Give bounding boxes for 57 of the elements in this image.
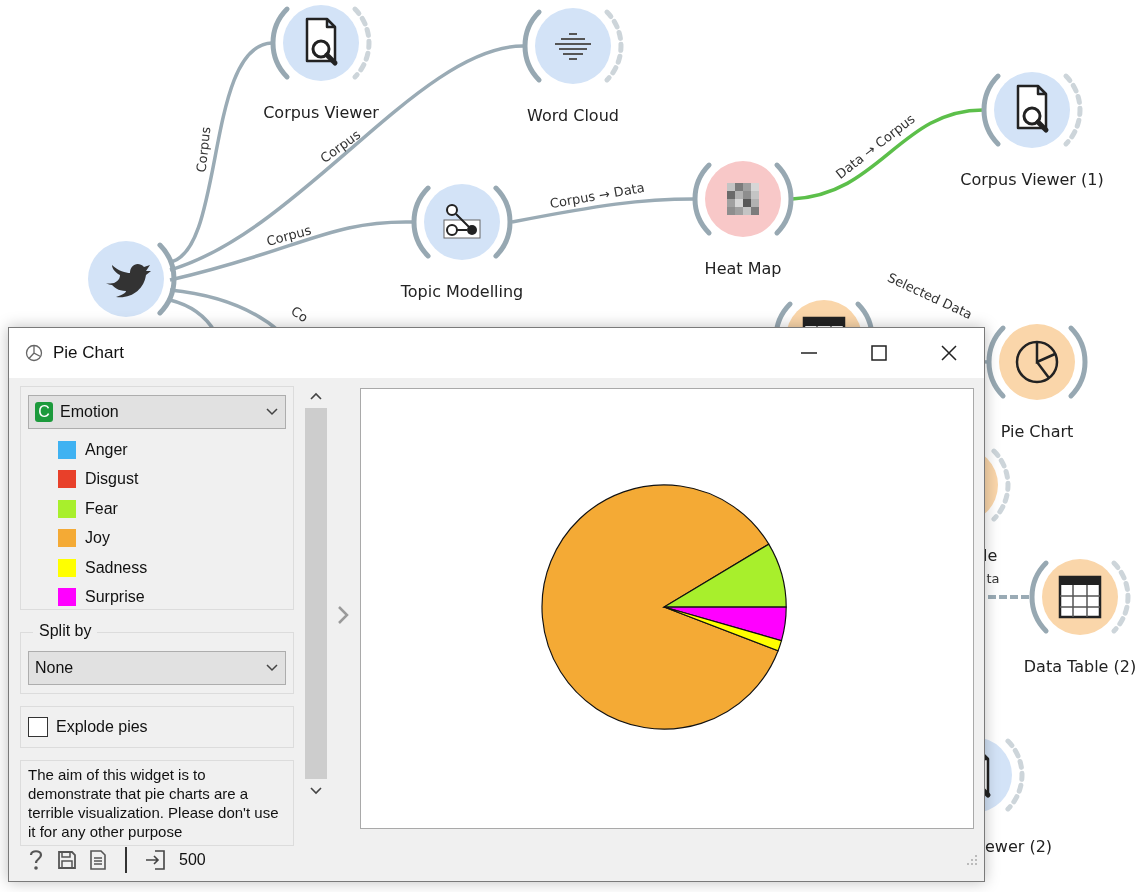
- document-search-icon: [1016, 84, 1049, 133]
- word-cloud-icon: [554, 33, 592, 60]
- group-title: Split by: [33, 622, 98, 640]
- link-label: Corpus: [264, 222, 313, 249]
- legend-label: Disgust: [85, 470, 139, 489]
- window-title: Pie Chart: [53, 343, 124, 363]
- node-label: Data Table (2): [1023, 657, 1137, 676]
- pie-chart-icon: [25, 344, 43, 362]
- link-label: Corpus → Data: [548, 179, 646, 212]
- resize-grip-icon[interactable]: [966, 854, 978, 866]
- scroll-up-icon[interactable]: [309, 390, 323, 402]
- chevron-down-icon: [265, 407, 279, 417]
- widget-node[interactable]: [411, 184, 513, 260]
- bird-icon: [106, 264, 151, 298]
- description-text: The aim of this widget is to demonstrate that pie charts are a terrible visualization. Please don't use it for any other purpose: [28, 765, 280, 841]
- widget-node[interactable]: [522, 8, 624, 84]
- legend-label: Sadness: [85, 558, 148, 577]
- close-icon: [939, 343, 959, 363]
- node-label: le: [983, 546, 998, 565]
- variable-dropdown[interactable]: C Emotion: [28, 395, 286, 429]
- document-search-icon: [305, 17, 338, 66]
- input-icon: [145, 849, 167, 871]
- checkbox[interactable]: [28, 717, 48, 737]
- widget-node[interactable]: [88, 241, 177, 317]
- legend-label: Joy: [85, 529, 110, 548]
- node-label: ewer (2): [985, 837, 1053, 856]
- scroll-down-icon[interactable]: [309, 785, 323, 797]
- node-label: Pie Chart: [1000, 422, 1074, 441]
- table-icon: [1058, 575, 1102, 619]
- checkbox-label[interactable]: Explode pies: [56, 718, 148, 736]
- help-icon[interactable]: [27, 849, 45, 871]
- node-label: Topic Modelling: [400, 282, 524, 301]
- widget-node[interactable]: [981, 72, 1083, 148]
- document-icon[interactable]: [89, 850, 107, 870]
- link-label: Co: [288, 303, 311, 326]
- chevron-down-icon: [265, 663, 279, 673]
- node-label: Word Cloud: [527, 106, 619, 125]
- widget-node[interactable]: [692, 161, 794, 237]
- node-label: Corpus Viewer (1): [960, 170, 1104, 189]
- node-label: Corpus Viewer: [263, 103, 379, 122]
- legend-label: Fear: [85, 499, 118, 518]
- link-label: Corpus: [193, 126, 214, 173]
- heatmap-icon: [727, 183, 759, 215]
- topic-graph-icon: [443, 204, 481, 239]
- pie-chart-icon: [1015, 340, 1059, 384]
- maximize-icon: [869, 343, 889, 363]
- widget-node[interactable]: [986, 324, 1088, 400]
- node-label: Heat Map: [704, 259, 782, 278]
- legend-label: Anger: [85, 440, 128, 459]
- widget-node[interactable]: [270, 5, 372, 81]
- widget-node[interactable]: [1029, 559, 1131, 635]
- input-count: 500: [179, 851, 206, 869]
- split-by-dropdown[interactable]: None: [28, 651, 286, 685]
- legend-label: Surprise: [85, 588, 145, 607]
- link-label: ta: [986, 571, 1000, 586]
- save-icon[interactable]: [57, 850, 77, 870]
- minimize-icon: [801, 352, 817, 354]
